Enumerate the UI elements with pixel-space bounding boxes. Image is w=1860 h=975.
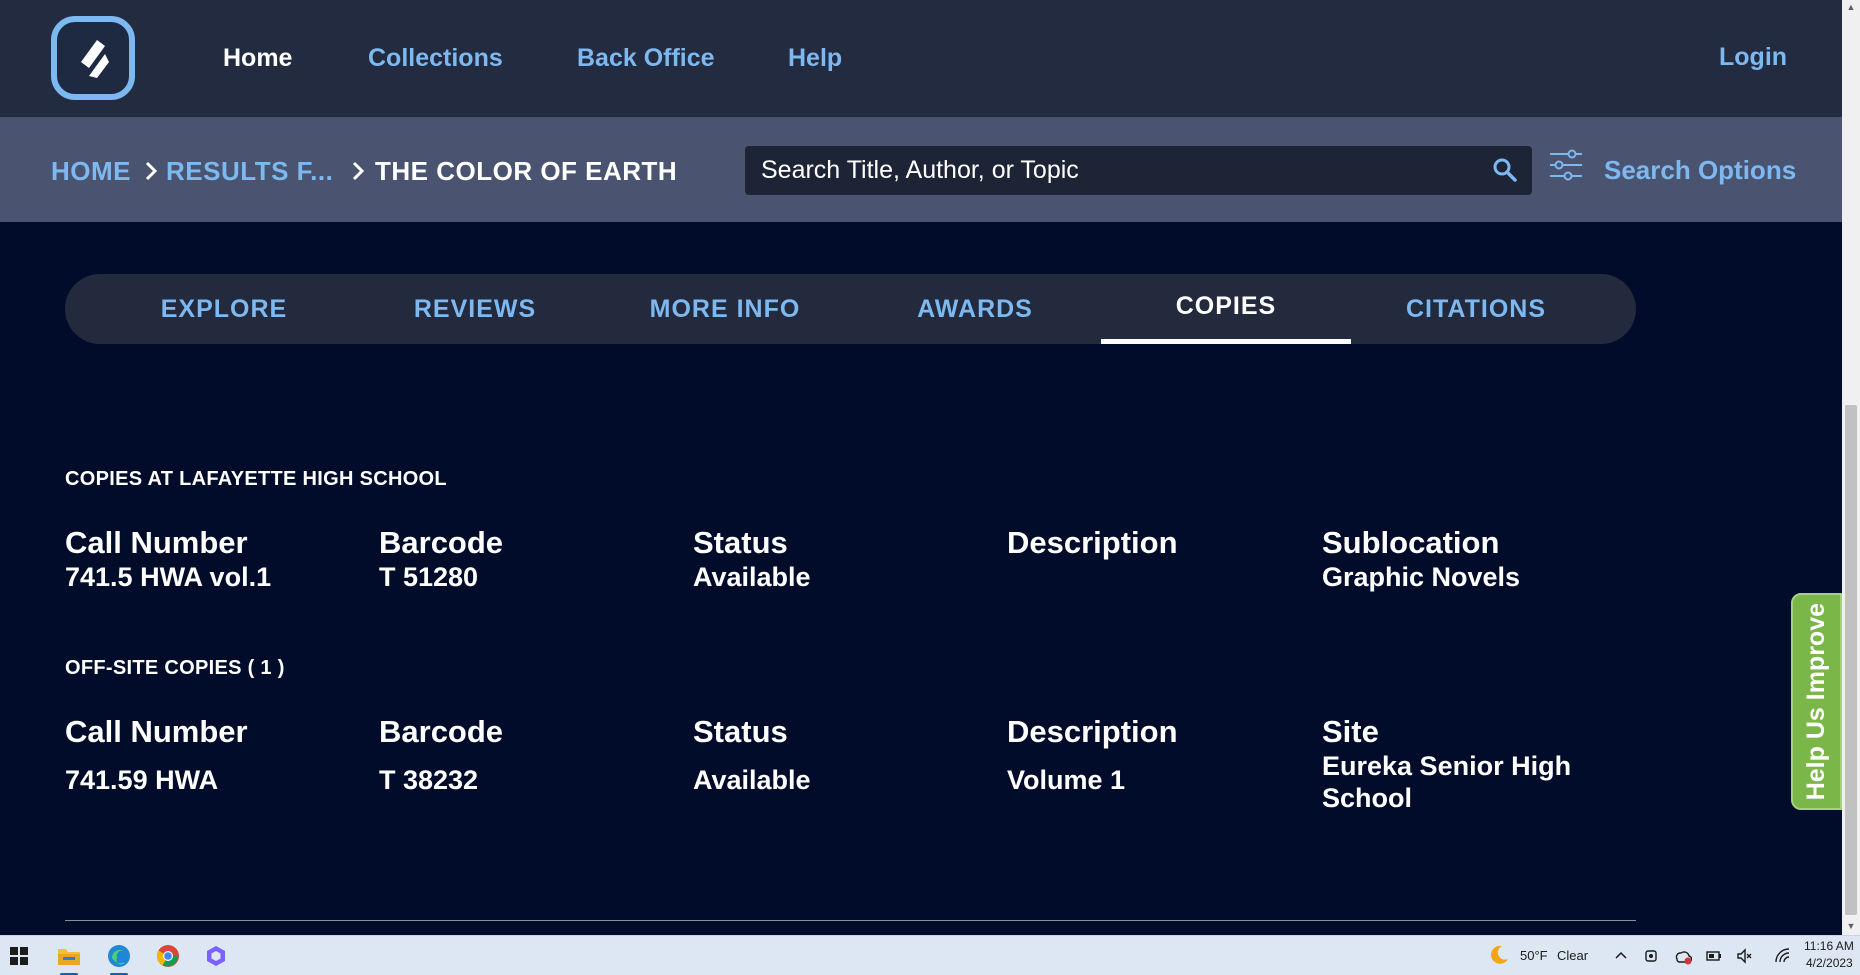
clock-time[interactable]: 11:16 AM [1804, 939, 1854, 953]
local-barcode: Barcode T 51280 [379, 525, 679, 593]
scroll-thumb[interactable] [1845, 405, 1857, 915]
column-value: T 51280 [379, 562, 479, 592]
offsite-description: Description Volume 1 [1007, 714, 1307, 796]
sliders-icon[interactable] [1548, 147, 1584, 183]
local-status: Status Available [693, 525, 993, 593]
battery-icon[interactable] [1705, 947, 1723, 965]
search-box [745, 146, 1532, 195]
offsite-site: Site Eureka Senior High School [1322, 714, 1602, 814]
app-logo[interactable] [51, 16, 135, 100]
nav-help[interactable]: Help [788, 44, 842, 73]
top-nav: Home Collections Back Office Help Login [0, 0, 1842, 117]
column-header: Barcode [379, 714, 504, 749]
column-header: Status [693, 714, 788, 749]
column-header: Call Number [65, 714, 248, 749]
offsite-copies-title: OFF-SITE COPIES ( 1 ) [65, 657, 285, 679]
os-taskbar: 50°F Clear 11:16 AM 4/2/2023 [0, 935, 1860, 975]
local-description: Description [1007, 525, 1307, 561]
breadcrumb-home[interactable]: HOME [51, 156, 131, 187]
weather-condition[interactable]: Clear [1557, 948, 1588, 963]
offsite-call-number: Call Number 741.59 HWA [65, 714, 365, 796]
help-us-improve-button[interactable]: Help Us Improve [1791, 593, 1842, 810]
column-header: Site [1322, 714, 1379, 749]
tab-copies[interactable]: COPIES [1101, 274, 1351, 344]
column-value: 741.5 HWA vol.1 [65, 562, 272, 592]
column-header: Barcode [379, 525, 504, 560]
onedrive-error-icon[interactable] [1674, 947, 1692, 965]
tab-more-info[interactable]: MORE INFO [600, 274, 850, 344]
search-options-button[interactable]: Search Options [1604, 155, 1796, 186]
column-value: Eureka Senior High School [1322, 751, 1572, 813]
tab-awards[interactable]: AWARDS [850, 274, 1100, 344]
column-value: Volume 1 [1007, 765, 1126, 795]
column-value: Available [693, 562, 811, 592]
file-explorer-icon[interactable] [55, 942, 83, 970]
local-copies-title: COPIES AT LAFAYETTE HIGH SCHOOL [65, 468, 447, 490]
chevron-right-icon [352, 161, 365, 181]
edge-browser-icon[interactable] [105, 942, 133, 970]
windows-start-icon[interactable] [5, 942, 33, 970]
offsite-status: Status Available [693, 714, 993, 796]
tab-citations[interactable]: CITATIONS [1351, 274, 1601, 344]
tab-explore[interactable]: EXPLORE [99, 274, 349, 344]
breadcrumb-current: THE COLOR OF EARTH [375, 156, 678, 186]
wifi-icon[interactable] [1774, 947, 1792, 965]
column-header: Sublocation [1322, 525, 1500, 560]
search-input[interactable] [761, 146, 1461, 195]
offsite-barcode: Barcode T 38232 [379, 714, 679, 796]
local-call-number: Call Number 741.5 HWA vol.1 [65, 525, 365, 593]
local-sublocation: Sublocation Graphic Novels [1322, 525, 1622, 593]
column-header: Call Number [65, 525, 248, 560]
column-header: Description [1007, 714, 1178, 749]
breadcrumb-bar: HOME RESULTS F... THE COLOR OF EARTH Sea… [0, 117, 1842, 222]
detail-tabs: EXPLORE REVIEWS MORE INFO AWARDS COPIES … [65, 274, 1636, 344]
scroll-down-icon[interactable]: ▼ [1846, 921, 1856, 931]
copilot-app-icon[interactable] [202, 942, 230, 970]
meet-now-icon[interactable] [1643, 947, 1661, 965]
clock-date[interactable]: 4/2/2023 [1806, 956, 1853, 970]
page-scrollbar[interactable]: ▲ ▼ [1842, 0, 1860, 935]
nav-home[interactable]: Home [223, 44, 292, 73]
chrome-browser-icon[interactable] [154, 942, 182, 970]
column-header: Status [693, 525, 788, 560]
chevron-up-icon[interactable] [1612, 947, 1630, 965]
nav-back-office[interactable]: Back Office [577, 44, 715, 73]
column-value: Graphic Novels [1322, 562, 1521, 592]
logo-icon [81, 40, 109, 78]
help-us-improve-label: Help Us Improve [1802, 602, 1830, 801]
column-value: Available [693, 765, 811, 795]
column-value: 741.59 HWA [65, 765, 219, 795]
nav-collections[interactable]: Collections [368, 44, 503, 73]
chevron-right-icon [145, 161, 158, 181]
login-link[interactable]: Login [1719, 43, 1787, 72]
search-icon[interactable] [1492, 157, 1518, 183]
scroll-up-icon[interactable]: ▲ [1846, 2, 1856, 12]
breadcrumb-results[interactable]: RESULTS F... [166, 156, 333, 187]
moon-weather-icon [1488, 944, 1510, 966]
tab-reviews[interactable]: REVIEWS [350, 274, 600, 344]
column-value: T 38232 [379, 765, 479, 795]
speaker-muted-icon[interactable] [1736, 947, 1754, 965]
weather-temperature[interactable]: 50°F [1520, 948, 1548, 963]
section-divider [65, 920, 1636, 921]
column-header: Description [1007, 525, 1178, 560]
